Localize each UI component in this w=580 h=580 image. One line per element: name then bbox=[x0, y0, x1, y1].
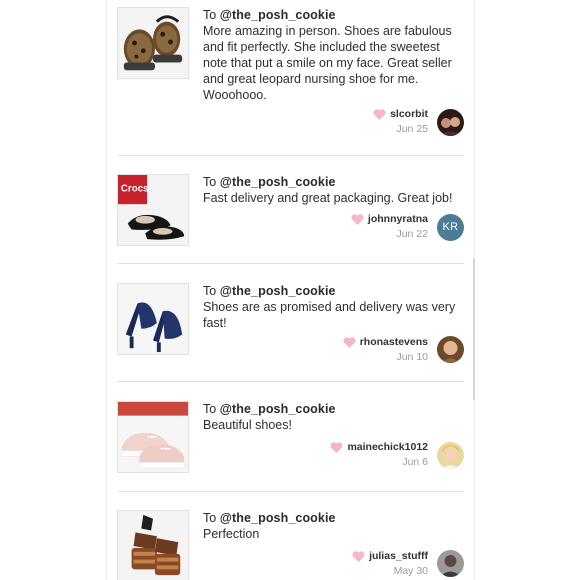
crocs-black-flats-icon[interactable]: Crocs bbox=[117, 174, 189, 246]
review-recipient: To @the_posh_cookie bbox=[203, 175, 336, 189]
review-meta: rhonastevens Jun 10 bbox=[343, 336, 428, 363]
seller-handle-link[interactable]: @the_posh_cookie bbox=[220, 402, 336, 416]
review-item: To @the_posh_cookie Perfection julias_st… bbox=[117, 510, 464, 580]
heart-icon bbox=[373, 108, 386, 120]
avatar[interactable] bbox=[437, 442, 464, 469]
review-item: Crocs To @the_posh_cookie Fast delivery … bbox=[117, 174, 464, 246]
divider bbox=[117, 155, 464, 156]
review-item: To @the_posh_cookie More amazing in pers… bbox=[117, 7, 464, 137]
navy-peep-toe-heels-icon[interactable] bbox=[117, 283, 189, 355]
review-recipient: To @the_posh_cookie bbox=[203, 511, 336, 525]
heart-icon bbox=[343, 336, 356, 348]
review-text: More amazing in person. Shoes are fabulo… bbox=[203, 24, 452, 102]
seller-handle-link[interactable]: @the_posh_cookie bbox=[220, 8, 336, 22]
review-date: Jun 6 bbox=[402, 456, 428, 468]
review-date: Jun 25 bbox=[396, 123, 428, 135]
review-date: Jun 22 bbox=[396, 228, 428, 240]
review-meta: julias_stufff May 30 bbox=[352, 550, 428, 577]
seller-handle-link[interactable]: @the_posh_cookie bbox=[220, 175, 336, 189]
leopard-clog-shoes-icon[interactable] bbox=[117, 7, 189, 79]
heart-icon bbox=[351, 213, 364, 225]
pink-sneakers-icon[interactable] bbox=[117, 401, 189, 473]
seller-handle-link[interactable]: @the_posh_cookie bbox=[220, 284, 336, 298]
reviewer-username[interactable]: rhonastevens bbox=[360, 336, 428, 348]
review-item: To @the_posh_cookie Beautiful shoes! mai… bbox=[117, 401, 464, 473]
review-item: To @the_posh_cookie Shoes are as promise… bbox=[117, 283, 464, 365]
review-date: Jun 10 bbox=[396, 351, 428, 363]
divider bbox=[117, 491, 464, 492]
review-text: Beautiful shoes! bbox=[203, 418, 292, 432]
avatar[interactable] bbox=[437, 336, 464, 363]
review-text: Shoes are as promised and delivery was v… bbox=[203, 300, 456, 330]
avatar[interactable]: KR bbox=[437, 214, 464, 241]
heart-icon bbox=[352, 550, 365, 562]
review-recipient: To @the_posh_cookie bbox=[203, 402, 336, 416]
reviewer-username[interactable]: johnnyratna bbox=[368, 213, 428, 225]
strappy-platform-sandals-icon[interactable] bbox=[117, 510, 189, 580]
reviewer-username[interactable]: slcorbit bbox=[390, 108, 428, 120]
review-text: Fast delivery and great packaging. Great… bbox=[203, 191, 453, 205]
review-meta: slcorbit Jun 25 bbox=[373, 108, 428, 135]
review-text: Perfection bbox=[203, 527, 260, 541]
review-meta: mainechick1012 Jun 6 bbox=[330, 441, 428, 468]
avatar[interactable] bbox=[437, 109, 464, 136]
heart-icon bbox=[330, 441, 343, 453]
review-recipient: To @the_posh_cookie bbox=[203, 284, 336, 298]
reviews-panel: To @the_posh_cookie More amazing in pers… bbox=[107, 0, 474, 580]
seller-handle-link[interactable]: @the_posh_cookie bbox=[220, 511, 336, 525]
svg-text:Crocs: Crocs bbox=[121, 184, 149, 195]
review-date: May 30 bbox=[393, 565, 428, 577]
reviewer-username[interactable]: mainechick1012 bbox=[347, 441, 428, 453]
reviewer-username[interactable]: julias_stufff bbox=[369, 550, 428, 562]
scrollbar[interactable] bbox=[473, 258, 475, 400]
divider bbox=[117, 381, 464, 382]
review-recipient: To @the_posh_cookie bbox=[203, 8, 336, 22]
avatar[interactable] bbox=[437, 550, 464, 577]
review-meta: johnnyratna Jun 22 bbox=[351, 213, 428, 240]
divider bbox=[117, 263, 464, 264]
